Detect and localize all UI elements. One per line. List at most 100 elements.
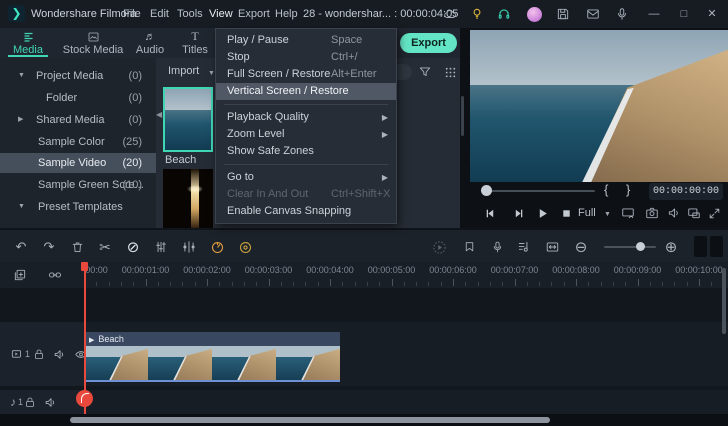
horizontal-scrollbar[interactable] xyxy=(70,417,550,423)
tab-audio[interactable]: ♬ Audio xyxy=(128,30,172,57)
sidebar-item-shared-media[interactable]: ▶ Shared Media (0) xyxy=(0,110,156,130)
tab-titles[interactable]: T Titles xyxy=(174,29,216,56)
sidebar-item-preset-templates[interactable]: ▼ Preset Templates xyxy=(0,197,156,217)
zoom-out-icon[interactable]: ⊖ xyxy=(573,239,589,256)
sidebar-item-sample-color[interactable]: Sample Color (25) xyxy=(0,132,156,152)
collapse-arrow-icon[interactable]: ▼ xyxy=(18,66,25,86)
mail-icon[interactable] xyxy=(586,7,600,21)
mute-track-icon[interactable] xyxy=(44,396,57,409)
audio-mixer-icon[interactable] xyxy=(516,239,532,255)
audio-track-icon[interactable]: ♪ 1 xyxy=(10,395,23,409)
crop-icon[interactable]: ⊘ xyxy=(125,239,141,256)
import-button[interactable]: Import xyxy=(168,65,199,77)
sidebar-item-project-media[interactable]: ▼ Project Media (0) xyxy=(0,66,156,86)
marker-icon[interactable] xyxy=(461,239,477,255)
search-input[interactable] xyxy=(396,64,412,80)
delete-icon[interactable] xyxy=(69,239,85,255)
tab-stock-media[interactable]: Stock Media xyxy=(58,30,128,56)
menu-edit[interactable]: Edit xyxy=(150,8,169,20)
motion-tracking-icon[interactable] xyxy=(237,239,253,255)
menu-view[interactable]: View xyxy=(209,8,233,20)
fullscreen-icon[interactable] xyxy=(706,205,722,221)
speed-adjust-icon[interactable] xyxy=(153,239,169,255)
playback-slider-thumb[interactable] xyxy=(481,185,492,196)
ruler-tick xyxy=(317,282,319,286)
menu-file[interactable]: File xyxy=(123,8,141,20)
sidebar-item-sample-green-screen[interactable]: Sample Green Scre... (10) xyxy=(0,175,156,195)
microphone-icon[interactable] xyxy=(615,7,629,21)
lightbulb-icon[interactable] xyxy=(470,7,484,21)
lock-track-icon[interactable] xyxy=(33,348,45,361)
video-track-icon[interactable]: 1 xyxy=(10,348,30,361)
panel-resize-handle[interactable] xyxy=(461,96,464,136)
mark-out-button[interactable]: } xyxy=(626,182,630,197)
play-button[interactable] xyxy=(534,205,550,221)
snapshot-camera-icon[interactable] xyxy=(644,205,660,221)
expand-arrow-icon[interactable]: ▶ xyxy=(18,110,23,130)
sidebar-item-sample-video[interactable]: Sample Video (20) xyxy=(0,153,156,173)
speaker-icon[interactable] xyxy=(666,205,682,221)
stop-button[interactable] xyxy=(558,205,574,221)
menu-item-zoom-level[interactable]: Zoom Level ▶ xyxy=(216,126,396,143)
picture-in-picture-icon[interactable] xyxy=(686,205,702,221)
maximize-button[interactable]: □ xyxy=(677,7,691,21)
audio-track[interactable]: ♪ 1 xyxy=(0,390,728,414)
zoom-in-icon[interactable]: ⊕ xyxy=(663,239,679,256)
playhead-marker[interactable] xyxy=(81,262,88,271)
zoom-to-fit-icon[interactable] xyxy=(544,239,560,255)
save-icon[interactable] xyxy=(556,7,570,21)
split-scissors-icon[interactable]: ✂ xyxy=(97,239,113,255)
mute-track-icon[interactable] xyxy=(53,348,66,361)
filter-icon[interactable] xyxy=(418,65,432,79)
timeline-zoom-slider[interactable] xyxy=(604,246,656,248)
playback-slider-track[interactable] xyxy=(487,190,595,192)
media-thumbnail-lighthouse[interactable] xyxy=(163,169,213,230)
mark-in-button[interactable]: { xyxy=(604,182,608,197)
timeline-zoom-slider-thumb[interactable] xyxy=(636,242,645,251)
menu-item-full-screen-restore[interactable]: Full Screen / Restore Alt+Enter xyxy=(216,66,396,83)
preview-zoom-select[interactable]: Full xyxy=(578,207,596,219)
manage-tracks-icon[interactable] xyxy=(13,268,27,282)
keyframe-icon[interactable] xyxy=(181,239,197,255)
menu-item-go-to[interactable]: Go to ▶ xyxy=(216,169,396,186)
menu-item-show-safe-zones[interactable]: Show Safe Zones xyxy=(216,143,396,160)
render-preview-icon[interactable] xyxy=(431,239,447,255)
timeline-clip-beach[interactable]: ▶ Beach xyxy=(84,332,340,382)
export-button[interactable]: Export xyxy=(400,33,457,53)
user-avatar[interactable] xyxy=(527,7,542,22)
menu-tools[interactable]: Tools xyxy=(177,8,203,20)
undo-icon[interactable]: ↶ xyxy=(13,239,29,255)
minimize-button[interactable]: — xyxy=(647,7,661,21)
timeline-view-toggle-a[interactable] xyxy=(694,236,707,257)
tab-media[interactable]: Media xyxy=(6,30,50,56)
record-voiceover-icon[interactable] xyxy=(489,239,505,255)
ruler-tick xyxy=(207,279,208,286)
menu-export[interactable]: Export xyxy=(238,8,270,20)
grid-view-icon[interactable] xyxy=(444,66,457,79)
video-preview[interactable] xyxy=(470,30,728,182)
menu-item-enable-canvas-snapping[interactable]: Enable Canvas Snapping xyxy=(216,203,396,220)
menu-help[interactable]: Help xyxy=(275,8,298,20)
collapse-arrow-icon[interactable]: ▼ xyxy=(18,197,25,217)
link-clips-icon[interactable] xyxy=(48,268,62,282)
next-frame-button[interactable] xyxy=(510,205,526,221)
lock-track-icon[interactable] xyxy=(24,396,36,409)
timeline-ruler[interactable]: 00:00:00:0000:00:01:0000:00:02:0000:00:0… xyxy=(84,262,728,288)
playhead-handle[interactable] xyxy=(76,390,93,407)
menu-item-playback-quality[interactable]: Playback Quality ▶ xyxy=(216,109,396,126)
timeline-view-toggle-b[interactable] xyxy=(710,236,723,257)
menu-item-stop[interactable]: Stop Ctrl+/ xyxy=(216,49,396,66)
cloud-icon[interactable] xyxy=(443,7,457,21)
previous-frame-button[interactable] xyxy=(482,205,498,221)
sidebar-item-folder[interactable]: Folder (0) xyxy=(0,88,156,108)
color-correction-icon[interactable] xyxy=(209,239,225,255)
redo-icon[interactable]: ↷ xyxy=(41,239,57,255)
vertical-scrollbar[interactable] xyxy=(722,268,726,334)
screencast-icon[interactable] xyxy=(620,205,636,221)
panel-collapse-arrow[interactable]: ◀ xyxy=(156,110,162,119)
close-button[interactable]: ✕ xyxy=(705,7,719,21)
media-thumbnail-beach[interactable] xyxy=(163,87,213,152)
menu-item-play-pause[interactable]: Play / Pause Space xyxy=(216,32,396,49)
menu-item-vertical-screen-restore[interactable]: Vertical Screen / Restore xyxy=(216,83,396,100)
headset-icon[interactable] xyxy=(497,7,511,21)
